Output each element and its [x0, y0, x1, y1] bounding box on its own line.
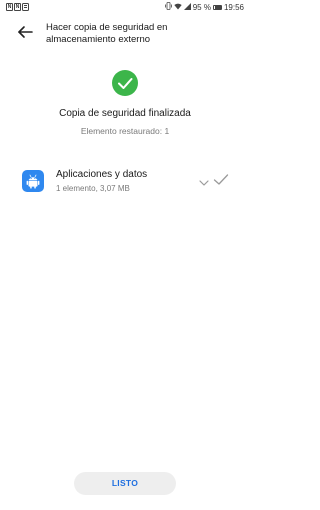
status-bar-left: N N — [6, 3, 29, 14]
result-title: Copia de seguridad finalizada — [59, 108, 191, 119]
result-subtitle: Elemento restaurado: 1 — [80, 126, 170, 136]
back-button[interactable] — [16, 24, 36, 40]
status-bar-right: 95 % 19:56 — [164, 2, 244, 13]
vibrate-icon — [164, 2, 172, 13]
signal-icon — [183, 2, 191, 13]
sim-card-icon: N — [14, 3, 21, 11]
arrow-left-icon — [18, 26, 33, 38]
chevron-down-icon[interactable] — [198, 175, 210, 186]
check-icon — [213, 173, 229, 186]
app-header: Hacer copia de seguridad en almacenamien… — [0, 18, 250, 48]
wifi-icon — [174, 3, 182, 13]
notification-icon — [22, 3, 29, 14]
page-title: Hacer copia de seguridad en almacenamien… — [46, 22, 168, 45]
battery-icon — [212, 5, 222, 10]
item-title: Aplicaciones y datos — [56, 169, 148, 180]
list-item[interactable]: Aplicaciones y datos 1 elemento, 3,07 MB — [0, 164, 250, 198]
status-time: 19:56 — [223, 3, 244, 12]
done-button[interactable]: LISTO — [74, 472, 176, 495]
backup-complete-screen: N N 95 % 19:56 Hacer copia de seguridad … — [0, 0, 250, 510]
android-icon — [22, 170, 44, 192]
status-bar: N N 95 % 19:56 — [0, 0, 250, 14]
item-subtitle: 1 elemento, 3,07 MB — [56, 184, 130, 193]
check-circle-icon — [112, 70, 138, 96]
battery-percent: 95 % — [192, 3, 211, 12]
sim-card-icon: N — [6, 3, 13, 11]
